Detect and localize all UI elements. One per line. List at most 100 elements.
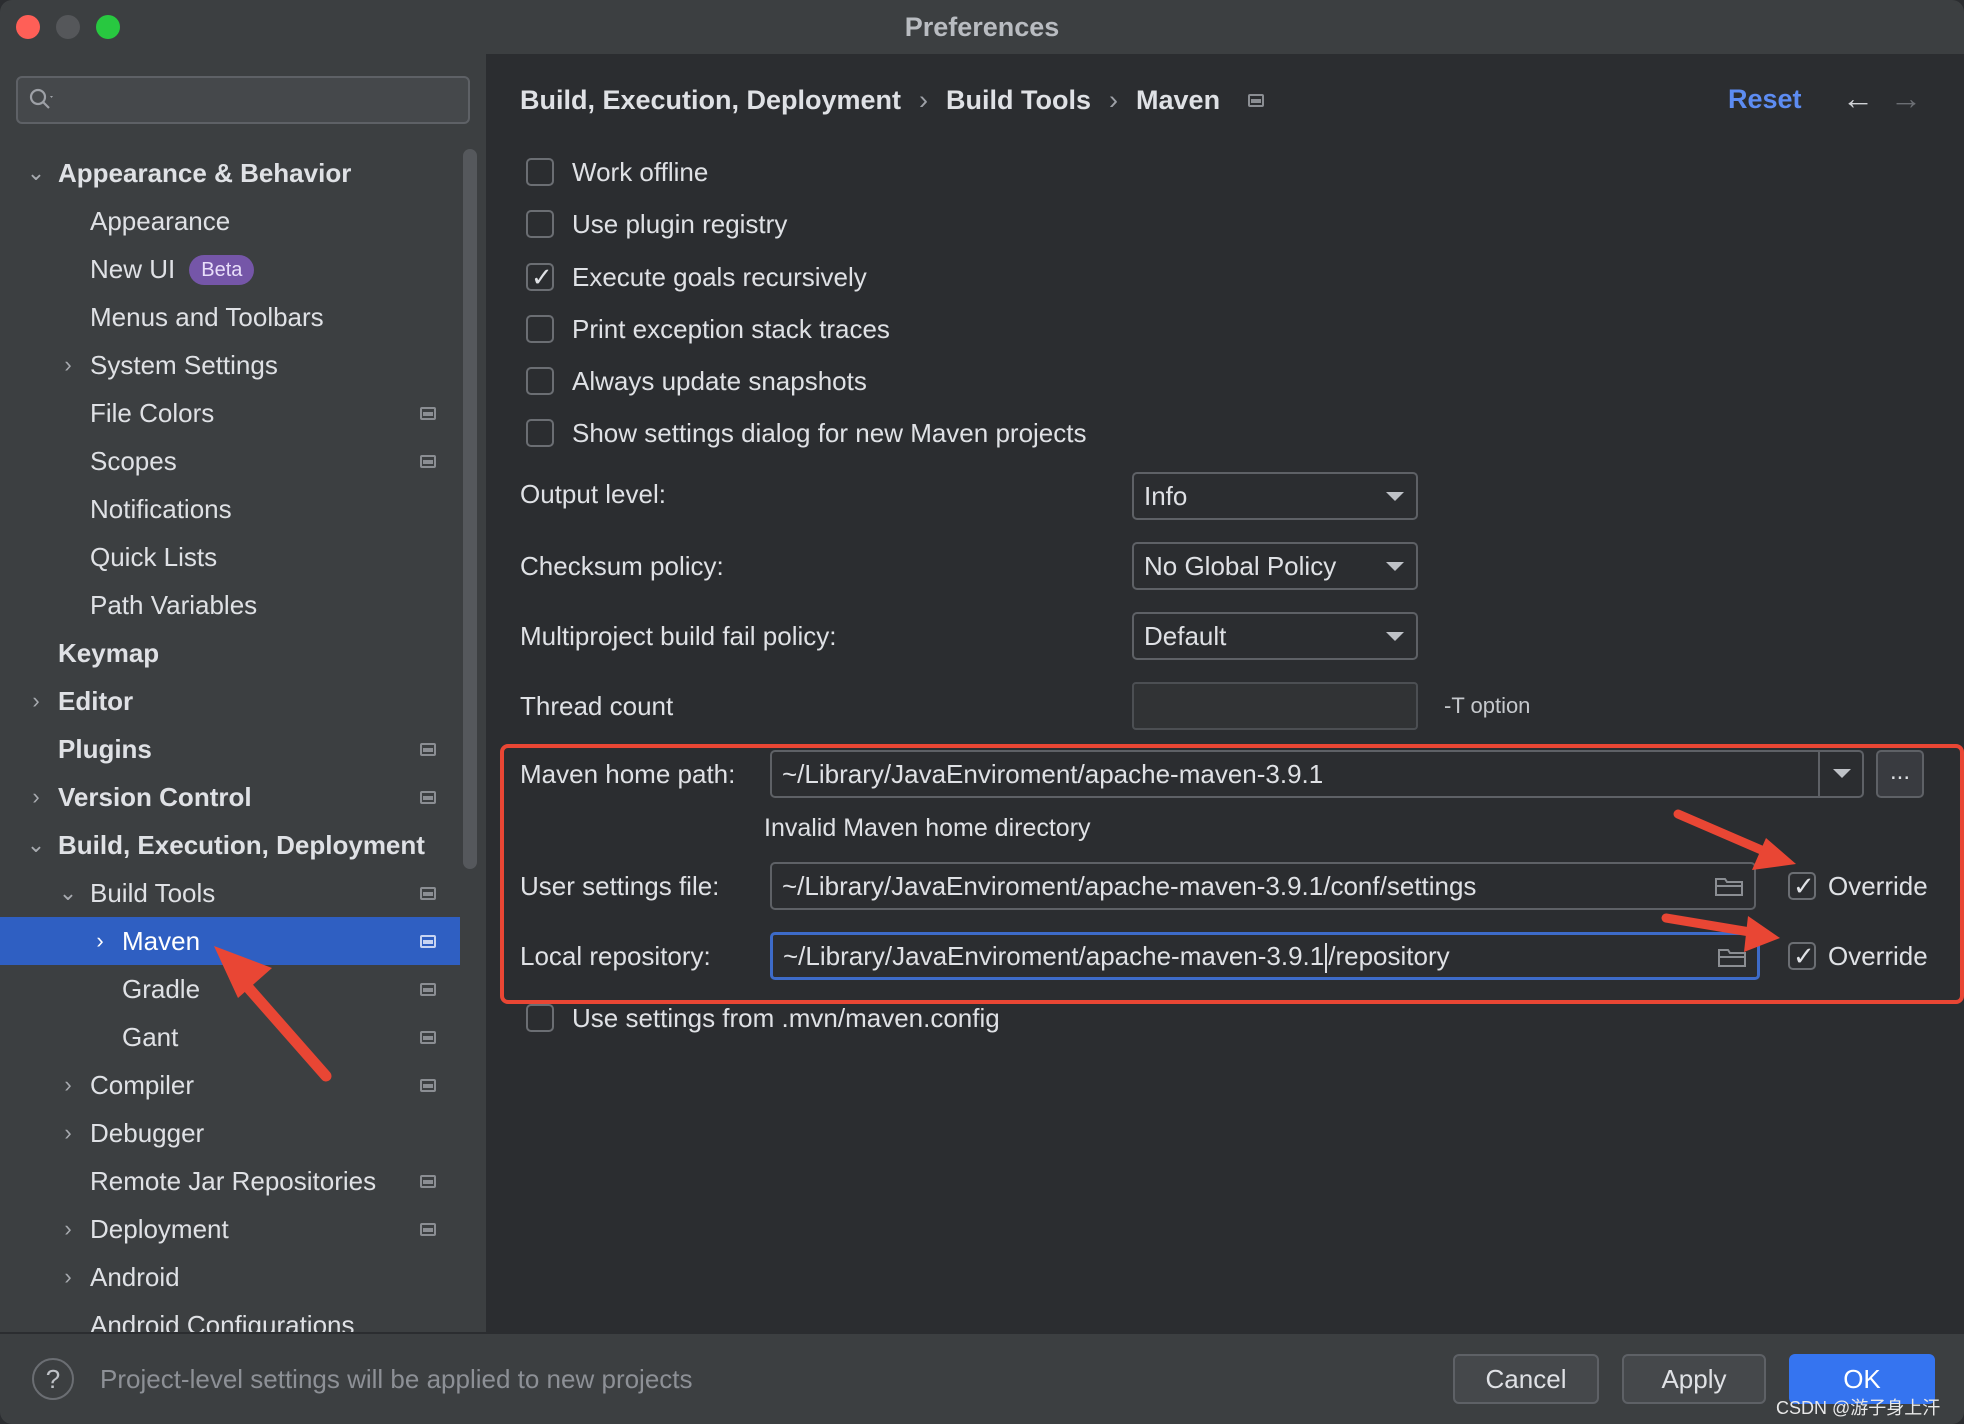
window-title: Preferences bbox=[904, 12, 1060, 42]
tree-item-gradle[interactable]: Gradle bbox=[0, 965, 460, 1013]
breadcrumb-item[interactable]: Build Tools bbox=[946, 85, 1091, 116]
project-level-icon bbox=[420, 1079, 436, 1092]
chevron-right-icon[interactable]: › bbox=[58, 341, 78, 389]
multiproject-fail-policy-select[interactable]: Default bbox=[1132, 612, 1418, 660]
tree-item-keymap[interactable]: Keymap bbox=[0, 629, 460, 677]
dialog-footer: ? Project-level settings will be applied… bbox=[0, 1332, 1964, 1424]
output-level-select[interactable]: Info bbox=[1132, 472, 1418, 520]
show-settings-dialog-checkbox[interactable] bbox=[526, 419, 554, 447]
execute-goals-recursively-checkbox[interactable] bbox=[526, 259, 554, 295]
tree-item-appearance[interactable]: Appearance bbox=[0, 197, 460, 245]
chevron-right-icon[interactable]: › bbox=[58, 1061, 78, 1109]
tree-item-plugins[interactable]: Plugins bbox=[0, 725, 460, 773]
local-repository-override-checkbox[interactable] bbox=[1788, 938, 1816, 974]
breadcrumb-item[interactable]: Build, Execution, Deployment bbox=[520, 85, 901, 116]
folder-icon[interactable] bbox=[1717, 946, 1747, 968]
tree-item-editor[interactable]: › Editor bbox=[0, 677, 460, 725]
tree-item-deployment[interactable]: › Deployment bbox=[0, 1205, 460, 1253]
maven-home-path-combo[interactable]: ~/Library/JavaEnviroment/apache-maven-3.… bbox=[770, 750, 1864, 798]
chevron-down-icon[interactable]: ⌄ bbox=[58, 869, 78, 917]
thread-count-hint: -T option bbox=[1444, 693, 1531, 718]
chevron-down-icon bbox=[1386, 492, 1404, 501]
project-level-icon bbox=[420, 455, 436, 468]
tree-item-compiler[interactable]: › Compiler bbox=[0, 1061, 460, 1109]
watermark: CSDN @游子身上汗 bbox=[1776, 1398, 1941, 1418]
tree-item-android-configurations[interactable]: Android Configurations bbox=[0, 1301, 460, 1332]
use-mvn-config-checkbox[interactable] bbox=[526, 1004, 554, 1032]
user-settings-file-label: User settings file: bbox=[520, 871, 720, 901]
project-level-icon bbox=[420, 1175, 436, 1188]
checksum-policy-label: Checksum policy: bbox=[520, 551, 724, 581]
title-bar: Preferences bbox=[0, 0, 1964, 54]
tree-item-file-colors[interactable]: File Colors bbox=[0, 389, 460, 437]
tree-item-remote-jar-repositories[interactable]: Remote Jar Repositories bbox=[0, 1157, 460, 1205]
tree-item-android[interactable]: › Android bbox=[0, 1253, 460, 1301]
chevron-right-icon[interactable]: › bbox=[26, 773, 46, 821]
chevron-right-icon: › bbox=[1109, 85, 1119, 116]
tree-item-notifications[interactable]: Notifications bbox=[0, 485, 460, 533]
footer-message: Project-level settings will be applied t… bbox=[100, 1364, 693, 1394]
chevron-down-icon[interactable]: ⌄ bbox=[26, 149, 46, 197]
maven-home-path-label: Maven home path: bbox=[520, 759, 736, 789]
tree-item-debugger[interactable]: › Debugger bbox=[0, 1109, 460, 1157]
project-level-icon bbox=[420, 1031, 436, 1044]
arrow-left-icon[interactable]: ← bbox=[1842, 80, 1874, 117]
always-update-snapshots-checkbox[interactable] bbox=[526, 367, 554, 395]
checksum-policy-select[interactable]: No Global Policy bbox=[1132, 542, 1418, 590]
chevron-down-icon[interactable]: ⌄ bbox=[26, 821, 46, 869]
tree-item-new-ui[interactable]: New UI Beta bbox=[0, 245, 460, 293]
chevron-right-icon[interactable]: › bbox=[58, 1109, 78, 1157]
breadcrumb-item: Maven bbox=[1136, 85, 1221, 116]
project-level-icon bbox=[420, 791, 436, 804]
project-level-icon bbox=[420, 983, 436, 996]
reset-link[interactable]: Reset bbox=[1728, 84, 1802, 115]
tree-item-gant[interactable]: Gant bbox=[0, 1013, 460, 1061]
user-settings-file-input[interactable]: ~/Library/JavaEnviroment/apache-maven-3.… bbox=[770, 862, 1756, 910]
apply-button[interactable]: Apply bbox=[1622, 1354, 1766, 1404]
cancel-button[interactable]: Cancel bbox=[1453, 1354, 1599, 1404]
output-level-label: Output level: bbox=[520, 479, 666, 509]
multiproject-fail-policy-label: Multiproject build fail policy: bbox=[520, 621, 837, 651]
chevron-right-icon: › bbox=[919, 85, 929, 116]
work-offline-checkbox[interactable] bbox=[526, 158, 554, 186]
chevron-right-icon[interactable]: › bbox=[58, 1253, 78, 1301]
user-settings-override-checkbox[interactable] bbox=[1788, 868, 1816, 904]
tree-item-build-execution-deployment[interactable]: ⌄ Build, Execution, Deployment bbox=[0, 821, 460, 869]
tree-item-appearance-behavior[interactable]: ⌄ Appearance & Behavior bbox=[0, 149, 460, 197]
use-plugin-registry-checkbox[interactable] bbox=[526, 210, 554, 238]
tree-item-menus-toolbars[interactable]: Menus and Toolbars bbox=[0, 293, 460, 341]
tree-item-scopes[interactable]: Scopes bbox=[0, 437, 460, 485]
project-level-icon bbox=[420, 887, 436, 900]
preferences-window: Preferences ⌄ Appearance & Behavior Appe… bbox=[0, 0, 1964, 1424]
print-exception-stack-traces-checkbox[interactable] bbox=[526, 315, 554, 343]
tree-item-path-variables[interactable]: Path Variables bbox=[0, 581, 460, 629]
project-level-icon bbox=[420, 407, 436, 420]
help-button[interactable]: ? bbox=[32, 1358, 74, 1400]
thread-count-input[interactable] bbox=[1132, 682, 1418, 730]
arrow-right-icon[interactable]: → bbox=[1890, 80, 1922, 117]
tree-item-system-settings[interactable]: › System Settings bbox=[0, 341, 460, 389]
folder-icon[interactable] bbox=[1714, 875, 1744, 897]
tree-item-maven[interactable]: › Maven bbox=[0, 917, 460, 965]
project-level-icon bbox=[1248, 94, 1265, 108]
tree-item-build-tools[interactable]: ⌄ Build Tools bbox=[0, 869, 460, 917]
text-caret bbox=[1325, 943, 1328, 974]
local-repository-label: Local repository: bbox=[520, 941, 711, 971]
settings-search-input[interactable] bbox=[16, 76, 470, 124]
maven-home-error: Invalid Maven home directory bbox=[764, 814, 1091, 842]
search-icon bbox=[29, 88, 53, 109]
tree-item-version-control[interactable]: › Version Control bbox=[0, 773, 460, 821]
project-level-icon bbox=[420, 1223, 436, 1236]
chevron-right-icon[interactable]: › bbox=[58, 1205, 78, 1253]
chevron-down-icon[interactable] bbox=[1818, 752, 1862, 796]
tree-item-quick-lists[interactable]: Quick Lists bbox=[0, 533, 460, 581]
project-level-icon bbox=[420, 935, 436, 948]
maven-settings-panel: Build, Execution, Deployment › Build Tools… bbox=[486, 54, 1964, 1332]
chevron-right-icon[interactable]: › bbox=[26, 677, 46, 725]
breadcrumb: Build, Execution, Deployment › Build Tools… bbox=[520, 84, 1265, 116]
thread-count-label: Thread count bbox=[520, 691, 674, 721]
sidebar-scrollbar[interactable] bbox=[463, 149, 477, 869]
chevron-right-icon[interactable]: › bbox=[90, 917, 110, 965]
browse-maven-home-button[interactable]: ... bbox=[1876, 750, 1924, 798]
local-repository-input[interactable]: ~/Library/JavaEnviroment/apache-maven-3.… bbox=[770, 932, 1760, 980]
